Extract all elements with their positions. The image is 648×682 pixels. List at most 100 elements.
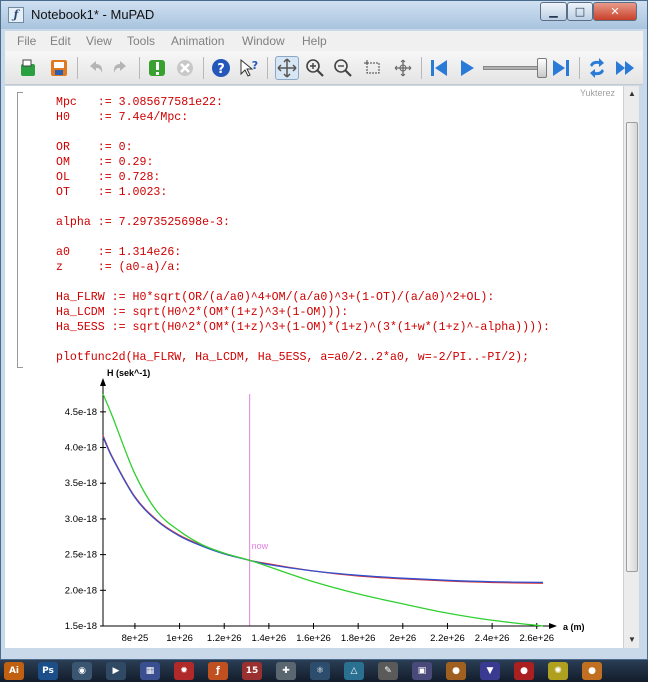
close-button[interactable]: ✕ [593,2,637,21]
animation-end-icon[interactable] [549,56,573,80]
menu-animation[interactable]: Animation [171,34,224,48]
code-line[interactable]: z := (a0-a)/a: [56,260,550,275]
spinner-icon[interactable]: ✺ [548,662,568,680]
x-tick-label: 1.4e+26 [252,633,287,644]
mupad-icon[interactable]: ƒ [208,662,228,680]
x-tick-label: 1.6e+26 [296,633,331,644]
menu-help[interactable]: Help [302,34,327,48]
code-line[interactable]: Ha_FLRW := H0*sqrt(OR/(a/a0)^4+OM/(a/a0)… [56,290,550,305]
svg-text:?: ? [217,62,225,77]
notebook-area[interactable]: Yukterez Mpc := 3.085677581e22: H0 := 7.… [5,86,623,648]
y-tick-label: 2.0e-18 [65,585,97,596]
menu-file[interactable]: File [17,34,36,48]
scroll-down-arrow[interactable]: ▼ [624,632,640,648]
help-icon[interactable]: ? [209,56,233,80]
mupad-app-icon: ƒ [8,7,24,23]
window-title: Notebook1* - MuPAD [31,7,155,22]
input-cell-bracket[interactable] [17,92,23,368]
animation-start-icon[interactable] [427,56,451,80]
planet-icon[interactable]: ● [446,662,466,680]
menu-tools[interactable]: Tools [127,34,155,48]
x-tick-label: 2e+26 [389,633,416,644]
menu-view[interactable]: View [86,34,112,48]
zoom-out-icon[interactable] [331,56,355,80]
open-icon[interactable] [17,56,41,80]
code-line[interactable]: plotfunc2d(Ha_FLRW, Ha_LCDM, Ha_5ESS, a=… [56,350,550,365]
minimize-button[interactable]: ▁ [540,2,567,21]
animation-play-icon[interactable] [455,56,479,80]
scroll-up-arrow[interactable]: ▲ [624,86,640,102]
rotate-icon[interactable] [391,56,415,80]
select-region-icon[interactable] [361,56,385,80]
y-tick-label: 3.0e-18 [65,514,97,525]
code-line[interactable]: OT := 1.0023: [56,185,550,200]
fast-forward-icon[interactable] [613,56,637,80]
ball-icon[interactable]: ● [514,662,534,680]
shield-icon[interactable]: ▼ [480,662,500,680]
input-cell-code[interactable]: Mpc := 3.085677581e22: H0 := 7.4e4/Mpc: … [56,95,550,365]
redo-icon[interactable] [109,56,133,80]
x-tick-label: 1.2e+26 [207,633,242,644]
code-line[interactable]: OL := 0.728: [56,170,550,185]
photoshop-icon[interactable]: Ps [38,662,58,680]
code-line[interactable]: OM := 0.29: [56,155,550,170]
y-axis-arrow [100,378,106,386]
evaluate-icon[interactable] [145,56,169,80]
x-tick-label: 2.2e+26 [430,633,465,644]
media-player-icon[interactable]: ▶ [106,662,126,680]
mupad-window: ƒ Notebook1* - MuPAD ▁ □ ✕ File Edit Vie… [0,0,648,660]
maximize-button[interactable]: □ [567,2,593,21]
repeat-icon[interactable] [585,56,609,80]
zoom-in-icon[interactable] [303,56,327,80]
code-line[interactable]: OR := 0: [56,140,550,155]
undo-icon[interactable] [83,56,107,80]
code-line[interactable]: Ha_5ESS := sqrt(H0^2*(OM*(1+z)^3+(1-OM)*… [56,320,550,335]
y-tick-label: 4.0e-18 [65,443,97,454]
image-icon[interactable]: ▣ [412,662,432,680]
y-tick-label: 1.5e-18 [65,621,97,632]
now-annotation: now [252,541,269,551]
x-axis-label: a (m) [563,622,585,632]
code-line[interactable]: Ha_LCDM := sqrt(H0^2*(OM*(1+z)^3+(1-OM))… [56,305,550,320]
browser-icon[interactable]: ◉ [72,662,92,680]
watermark: Yukterez [579,88,615,98]
menu-window[interactable]: Window [242,34,285,48]
context-help-icon[interactable]: ? [237,56,261,80]
code-line[interactable]: alpha := 7.2973525698e-3: [56,215,550,230]
animation-slider-thumb[interactable] [537,58,547,78]
x-tick-label: 2.4e+26 [475,633,510,644]
triangle-icon[interactable]: △ [344,662,364,680]
orange-icon[interactable]: ● [582,662,602,680]
tool-icon[interactable]: ✚ [276,662,296,680]
code-line[interactable]: Mpc := 3.085677581e22: [56,95,550,110]
x-tick-label: 1.8e+26 [341,633,376,644]
vertical-scrollbar[interactable]: ▲ ▼ [623,86,639,648]
stop-icon[interactable] [173,56,197,80]
y-tick-label: 3.5e-18 [65,478,97,489]
gear-icon[interactable]: ✹ [174,662,194,680]
series-line-2 [102,393,544,627]
calculator-icon[interactable]: ▦ [140,662,160,680]
code-line[interactable]: H0 := 7.4e4/Mpc: [56,110,550,125]
plot-output[interactable]: now H (sek^-1) a (m) 8e+25 1e+26 1.2e+26 1.4e+… [5,366,623,646]
menu-edit[interactable]: Edit [50,34,71,48]
y-axis-label: H (sek^-1) [107,368,150,378]
scroll-thumb[interactable] [626,122,638,572]
title-bar[interactable]: ƒ Notebook1* - MuPAD ▁ □ ✕ [1,1,647,29]
molecule-icon[interactable]: ⚛ [310,662,330,680]
series-line-0 [102,435,544,584]
code-line[interactable]: a0 := 1.314e26: [56,245,550,260]
animation-slider-track[interactable] [483,66,543,70]
editor-icon[interactable]: ✎ [378,662,398,680]
taskbar: Ai Ps ◉ ▶ ▦ ✹ ƒ 15 ✚ ⚛ △ ✎ ▣ ● ▼ ● ✺ ● [0,660,648,682]
x-tick-label: 8e+25 [122,633,149,644]
save-icon[interactable] [47,56,71,80]
x-axis-arrow [549,623,557,629]
y-tick-label: 4.5e-18 [65,407,97,418]
move-icon[interactable] [275,56,299,80]
series-line-1 [102,436,544,584]
illustrator-icon[interactable]: Ai [4,662,24,680]
svg-text:?: ? [252,59,258,72]
menu-bar: File Edit View Tools Animation Window He… [5,31,643,51]
calendar-icon[interactable]: 15 [242,662,262,680]
